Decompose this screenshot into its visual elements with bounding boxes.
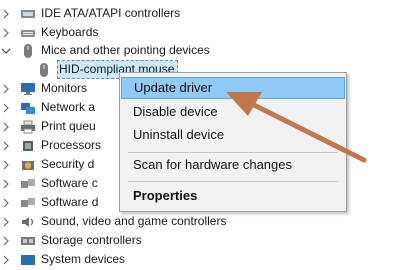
chevron-right-icon[interactable] bbox=[0, 216, 12, 228]
chevron-down-icon[interactable] bbox=[0, 45, 12, 57]
mouse-icon bbox=[20, 43, 36, 58]
scan-hardware-menu-item[interactable]: Scan for hardware changes bbox=[121, 154, 345, 176]
tree-item-software-components[interactable]: Software c bbox=[0, 174, 98, 193]
chevron-right-icon[interactable] bbox=[0, 27, 12, 39]
tree-item-processors[interactable]: Processors bbox=[0, 136, 101, 155]
network-adapter-icon bbox=[20, 101, 36, 115]
tree-item-label: Keyboards bbox=[41, 25, 99, 39]
printer-icon bbox=[20, 120, 36, 134]
tree-item-label: System devices bbox=[41, 252, 126, 266]
chevron-right-icon[interactable] bbox=[0, 8, 12, 20]
tree-item-label: Processors bbox=[41, 138, 102, 152]
tree-item-label: Storage controllers bbox=[41, 233, 142, 247]
tree-item-ide-controllers[interactable]: IDE ATA/ATAPI controllers bbox=[0, 4, 180, 23]
tree-item-keyboards[interactable]: Keyboards bbox=[0, 23, 98, 42]
properties-menu-item[interactable]: Properties bbox=[121, 185, 345, 207]
tree-item-label: Software d bbox=[41, 195, 99, 209]
tree-item-software-devices[interactable]: Software d bbox=[0, 193, 98, 212]
menu-separator bbox=[128, 152, 338, 153]
tree-item-label: Software c bbox=[41, 176, 98, 190]
security-device-icon bbox=[20, 158, 36, 172]
chevron-right-icon[interactable] bbox=[0, 83, 12, 95]
chevron-right-icon[interactable] bbox=[0, 102, 12, 114]
chevron-right-icon[interactable] bbox=[0, 121, 12, 133]
tree-item-print-queues[interactable]: Print queu bbox=[0, 117, 96, 136]
chevron-right-icon[interactable] bbox=[0, 140, 12, 152]
tree-item-storage-controllers[interactable]: Storage controllers bbox=[0, 231, 142, 250]
tree-item-monitors[interactable]: Monitors bbox=[0, 79, 87, 98]
storage-controller-icon bbox=[20, 234, 36, 248]
context-menu: Update driver Disable device Uninstall d… bbox=[119, 72, 347, 212]
monitor-icon bbox=[20, 82, 36, 96]
chevron-right-icon[interactable] bbox=[0, 178, 12, 190]
software-component-icon bbox=[20, 177, 36, 191]
disable-device-menu-item[interactable]: Disable device bbox=[121, 101, 345, 123]
chevron-right-icon[interactable] bbox=[0, 254, 12, 266]
software-device-icon bbox=[20, 196, 36, 210]
tree-item-security-devices[interactable]: Security d bbox=[0, 155, 94, 174]
tree-item-label: Network a bbox=[41, 100, 96, 114]
ide-controller-icon bbox=[20, 7, 36, 21]
tree-item-label: IDE ATA/ATAPI controllers bbox=[41, 6, 181, 20]
tree-item-label: Sound, video and game controllers bbox=[41, 214, 227, 228]
update-driver-menu-item[interactable]: Update driver bbox=[121, 77, 345, 99]
speaker-icon bbox=[20, 215, 36, 229]
keyboard-icon bbox=[20, 26, 36, 40]
tree-item-label: Mice and other pointing devices bbox=[41, 43, 210, 57]
chevron-right-icon[interactable] bbox=[0, 197, 12, 209]
tree-item-system-devices[interactable]: System devices bbox=[0, 250, 125, 269]
menu-separator bbox=[128, 181, 338, 182]
tree-item-network-adapters[interactable]: Network a bbox=[0, 98, 95, 117]
chevron-right-icon[interactable] bbox=[0, 159, 12, 171]
tree-item-sound-video[interactable]: Sound, video and game controllers bbox=[0, 212, 226, 231]
mouse-icon bbox=[36, 62, 52, 77]
tree-item-label: Print queu bbox=[41, 119, 96, 133]
tree-item-label: Monitors bbox=[41, 81, 88, 95]
chevron-right-icon[interactable] bbox=[0, 235, 12, 247]
system-device-icon bbox=[20, 253, 36, 267]
processor-icon bbox=[20, 139, 36, 153]
tree-item-label: Security d bbox=[41, 157, 95, 171]
tree-item-mice[interactable]: Mice and other pointing devices bbox=[0, 41, 210, 60]
uninstall-device-menu-item[interactable]: Uninstall device bbox=[121, 124, 345, 146]
